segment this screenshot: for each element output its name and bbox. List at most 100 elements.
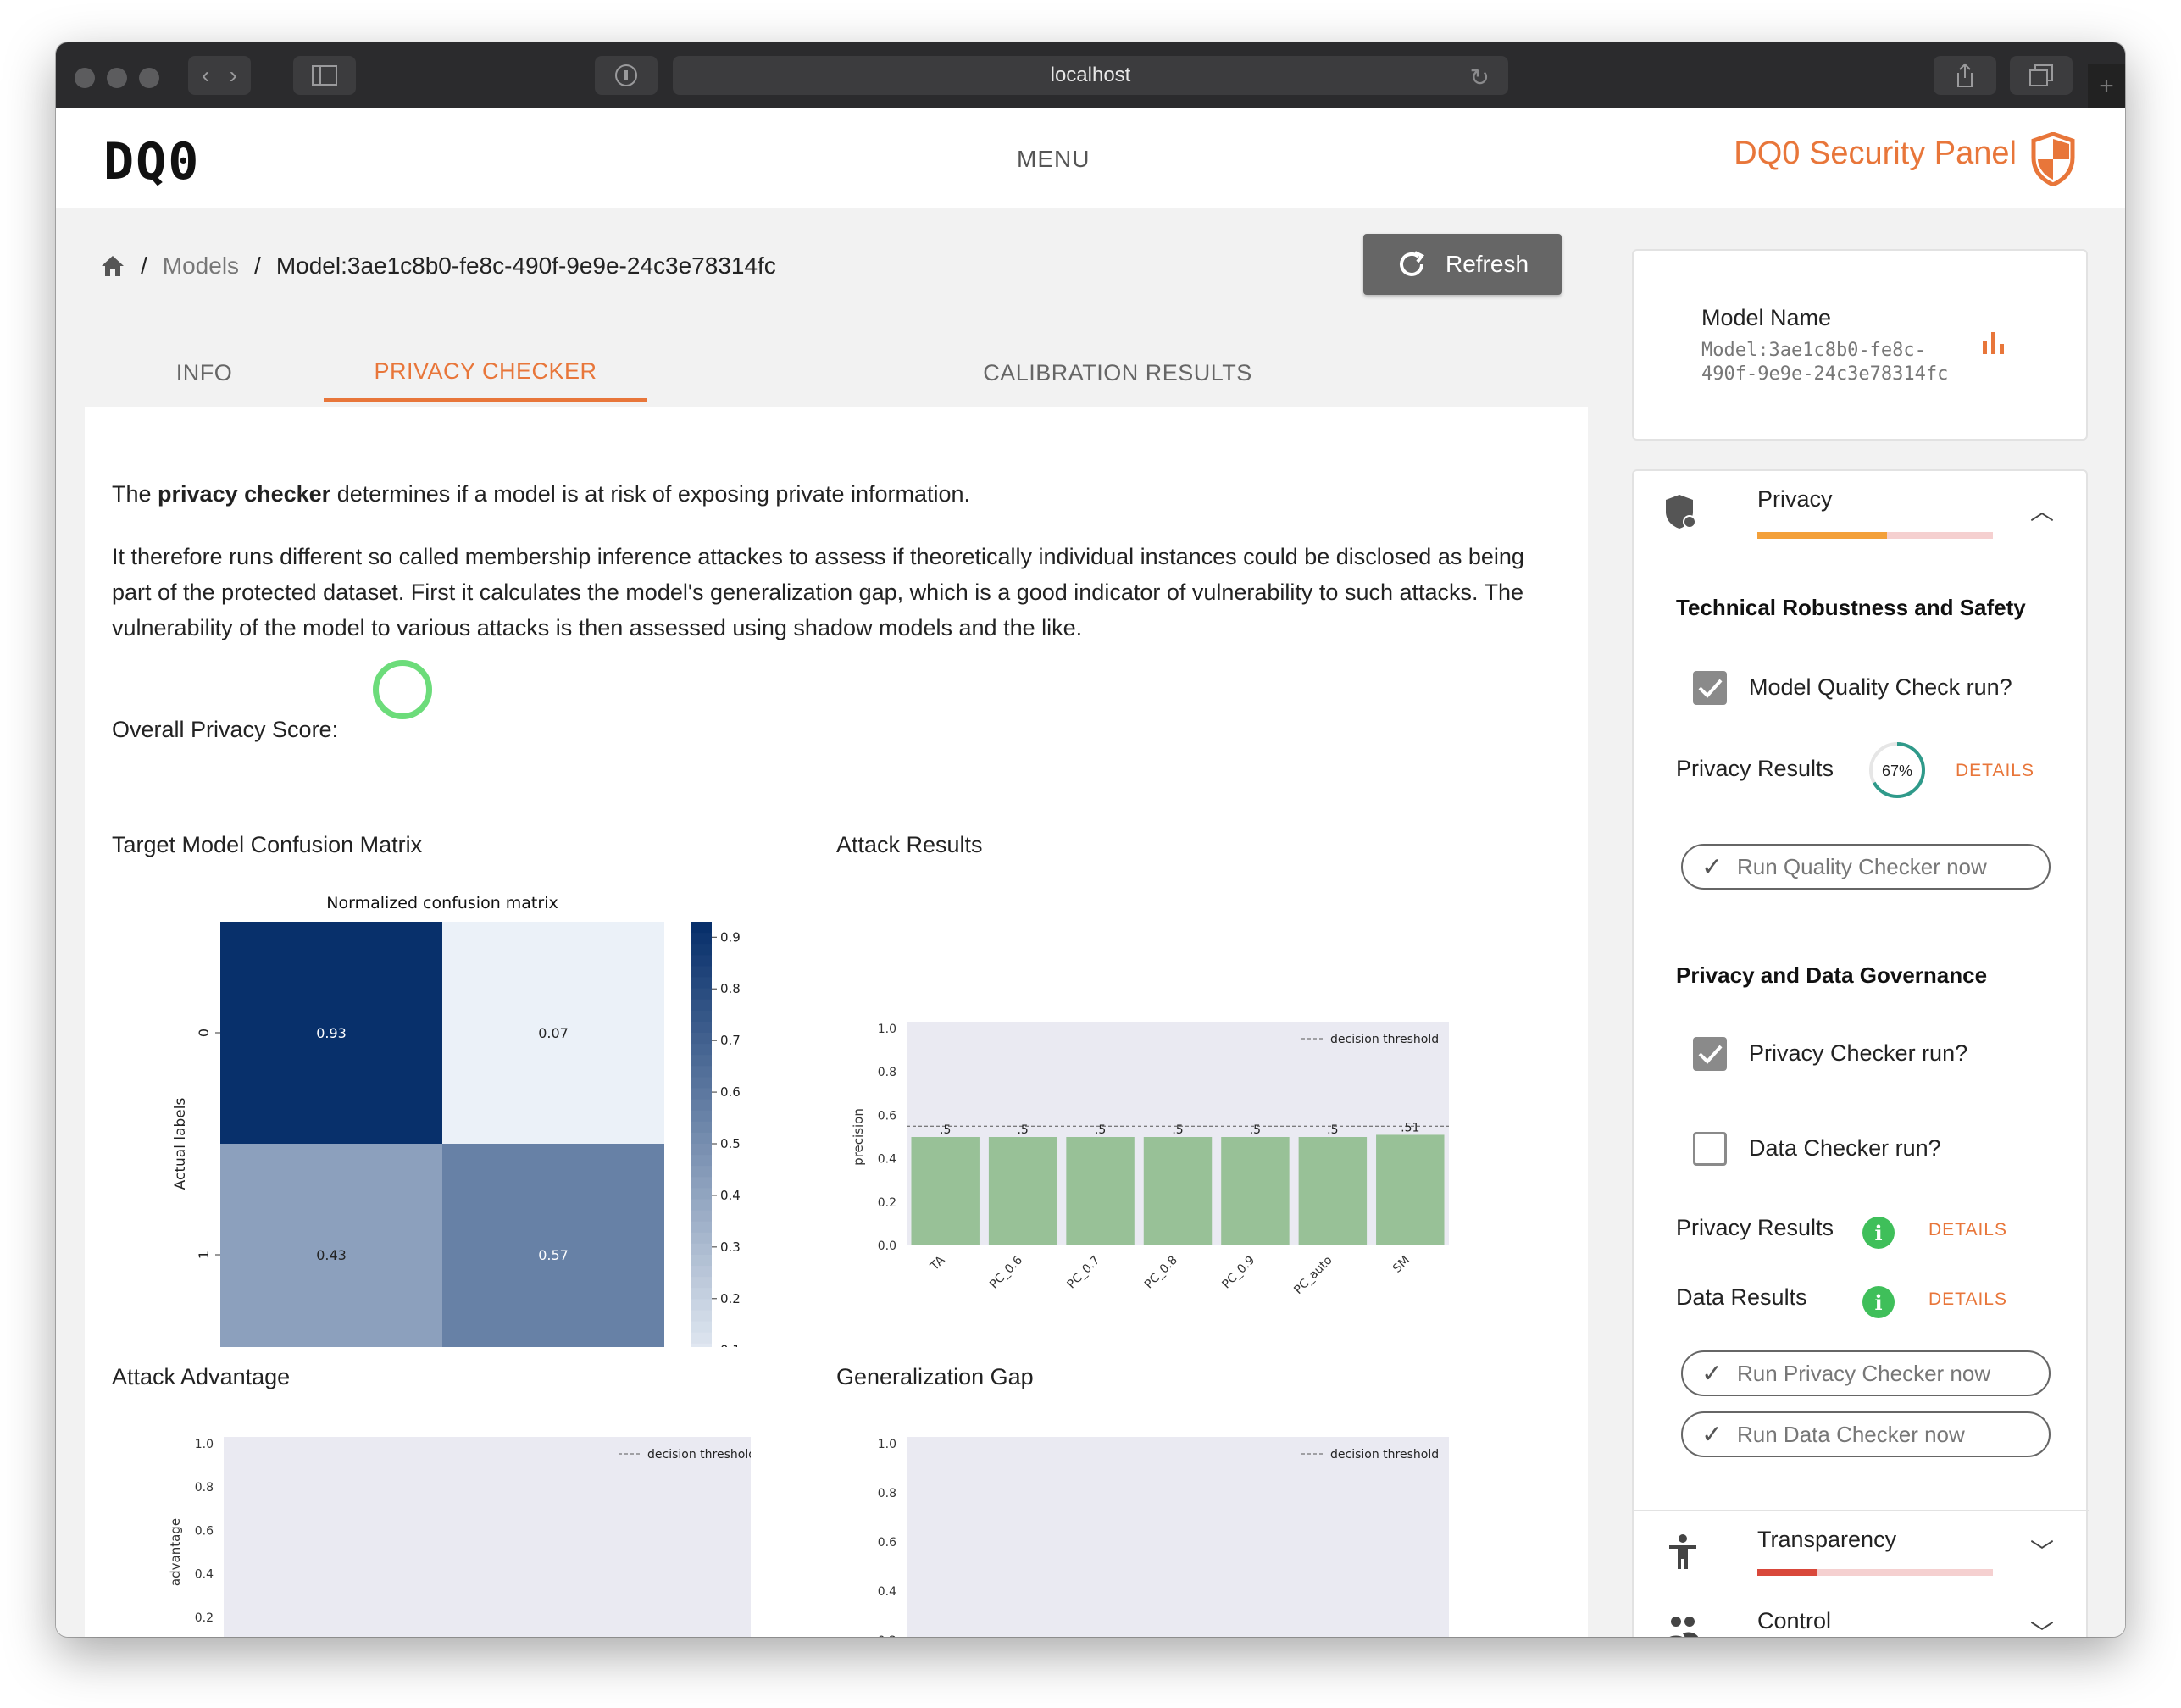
- breadcrumb-models-link[interactable]: Models: [163, 252, 239, 280]
- browser-toolbar: ‹ › localhost ↻ +: [56, 42, 2125, 108]
- attack-results-chart: 0.0 0.2 0.4 0.6 0.8 1.0 precision decision thre…: [852, 1022, 1449, 1297]
- divider: [1634, 1510, 2089, 1511]
- chevron-up-icon[interactable]: ︿: [2030, 493, 2054, 527]
- tabs-overview-button[interactable]: [2010, 56, 2073, 95]
- run-data-checker-button[interactable]: ✓ Run Data Checker now: [1681, 1411, 2051, 1457]
- privacy-report-button[interactable]: [595, 56, 658, 95]
- colorbar-segment: [691, 922, 712, 934]
- bar-value-label: .5: [1250, 1123, 1261, 1137]
- colorbar-segment: [691, 944, 712, 957]
- plot-area: [907, 1437, 1449, 1637]
- y-tick-label: 0.8: [878, 1487, 896, 1500]
- colorbar-segment: [691, 1055, 712, 1068]
- bar-value-label: .5: [1095, 1123, 1106, 1137]
- cell-label: 0.57: [538, 1247, 569, 1263]
- colorbar-tick-label: 0.9: [720, 929, 741, 945]
- y-tick-label: 0.4: [878, 1153, 896, 1167]
- overall-privacy-score-ring: [373, 660, 432, 719]
- info-icon: i: [1862, 1286, 1895, 1318]
- back-forward-buttons[interactable]: ‹ ›: [188, 56, 251, 95]
- model-name-value: Model:3ae1c8b0-fe8c-490f-9e9e-24c3e78314…: [1701, 340, 1949, 385]
- bar-chart-icon[interactable]: [1981, 330, 2006, 356]
- privacy-shield-icon: [1666, 495, 1696, 529]
- zoom-window-button[interactable]: [139, 68, 159, 88]
- colorbar-segment: [691, 1188, 712, 1201]
- refresh-button[interactable]: Refresh: [1363, 234, 1562, 295]
- colorbar-segment: [691, 1199, 712, 1212]
- intro-post: determines if a model is at risk of expo…: [330, 481, 971, 507]
- transparency-title[interactable]: Transparency: [1757, 1527, 1896, 1553]
- confusion-matrix-chart: Normalized confusion matrix 0.93 0.07 0.43 0…: [172, 894, 741, 1347]
- security-panel: Model Name Model:3ae1c8b0-fe8c-490f-9e9e…: [1615, 208, 2125, 1637]
- control-title[interactable]: Control: [1757, 1608, 1831, 1634]
- run-quality-checker-button[interactable]: ✓ Run Quality Checker now: [1681, 844, 2051, 890]
- cell-label: 0.93: [316, 1025, 347, 1041]
- description-paragraph: It therefore runs different so called me…: [112, 544, 1524, 640]
- y-tick-label: 0.6: [878, 1109, 896, 1123]
- colorbar-segment: [691, 1221, 712, 1234]
- refresh-label: Refresh: [1445, 251, 1529, 277]
- plot-area: [224, 1437, 751, 1637]
- privacy-checker-run-label: Privacy Checker run?: [1749, 1040, 1968, 1066]
- reload-icon[interactable]: ↻: [1470, 64, 1490, 92]
- colorbar-segment: [691, 955, 712, 968]
- share-button[interactable]: [1934, 56, 1996, 95]
- y-tick-label: 0.6: [195, 1524, 214, 1538]
- y-axis-label: Actual labels: [172, 1098, 189, 1190]
- bar: [1143, 1137, 1213, 1245]
- chevron-down-icon[interactable]: ﹀: [2030, 1615, 2054, 1637]
- colorbar-segment: [691, 1255, 712, 1267]
- chevron-down-icon[interactable]: ﹀: [2030, 1533, 2054, 1567]
- address-bar[interactable]: localhost ↻: [673, 56, 1508, 95]
- bar: [1298, 1137, 1368, 1245]
- heatmap-cell: [220, 1144, 442, 1347]
- data-checker-checkbox[interactable]: [1693, 1132, 1727, 1166]
- colorbar-segment: [691, 1177, 712, 1190]
- colorbar-segment: [691, 1088, 712, 1101]
- forward-icon[interactable]: ›: [230, 62, 237, 89]
- privacy-results-details-link-2[interactable]: DETAILS: [1928, 1220, 2007, 1240]
- colorbar-segment: [691, 1277, 712, 1289]
- bar: [1066, 1137, 1135, 1245]
- colorbar-segment: [691, 1099, 712, 1112]
- attack-advantage-chart: 0.00.20.40.60.81.0advantagedecision thre…: [168, 1437, 751, 1637]
- privacy-results-details-link[interactable]: DETAILS: [1956, 761, 2034, 781]
- y-axis-label: precision: [852, 1108, 866, 1166]
- privacy-title[interactable]: Privacy: [1757, 486, 1833, 513]
- model-quality-checkbox[interactable]: [1693, 671, 1727, 705]
- data-results-details-link[interactable]: DETAILS: [1928, 1289, 2007, 1310]
- menu-button[interactable]: MENU: [1017, 146, 1090, 173]
- sidebar-toggle-button[interactable]: [293, 56, 356, 95]
- intro-bold: privacy checker: [158, 481, 331, 507]
- info-icon: i: [1862, 1217, 1895, 1249]
- y-tick-label: 0.4: [878, 1585, 896, 1599]
- back-icon[interactable]: ‹: [202, 62, 209, 89]
- home-icon[interactable]: [100, 254, 125, 278]
- bar-value-label: .5: [1172, 1123, 1183, 1137]
- data-results-label: Data Results: [1676, 1284, 1807, 1310]
- colorbar-segment: [691, 977, 712, 990]
- run-privacy-checker-button[interactable]: ✓ Run Privacy Checker now: [1681, 1350, 2051, 1396]
- new-tab-button[interactable]: +: [2088, 64, 2125, 108]
- minimize-window-button[interactable]: [107, 68, 127, 88]
- close-window-button[interactable]: [75, 68, 95, 88]
- tab-privacy-checker[interactable]: PRIVACY CHECKER: [324, 344, 647, 402]
- model-quality-check-label: Model Quality Check run?: [1749, 674, 2012, 700]
- colorbar-segment: [691, 1166, 712, 1178]
- logo[interactable]: DQ0: [103, 132, 200, 191]
- y-axis-label: advantage: [168, 1518, 183, 1586]
- shield-outline-icon: [615, 64, 637, 86]
- bar: [911, 1137, 980, 1245]
- x-tick-label: PC_0.7: [1065, 1254, 1103, 1292]
- run-privacy-label: Run Privacy Checker now: [1737, 1360, 1991, 1386]
- privacy-checker-checkbox[interactable]: [1693, 1037, 1727, 1071]
- tab-info[interactable]: INFO: [85, 344, 324, 402]
- colorbar-segment: [691, 966, 712, 979]
- y-tick-label: 1.0: [878, 1438, 896, 1451]
- colorbar-segment: [691, 1288, 712, 1300]
- y-tick-label: 1.0: [878, 1023, 896, 1036]
- tab-calibration-results[interactable]: CALIBRATION RESULTS: [647, 344, 1588, 402]
- transparency-progress-fill: [1757, 1569, 1817, 1576]
- privacy-results-progress-ring: 67%: [1869, 742, 1925, 798]
- y-tick-label: 1: [196, 1250, 212, 1259]
